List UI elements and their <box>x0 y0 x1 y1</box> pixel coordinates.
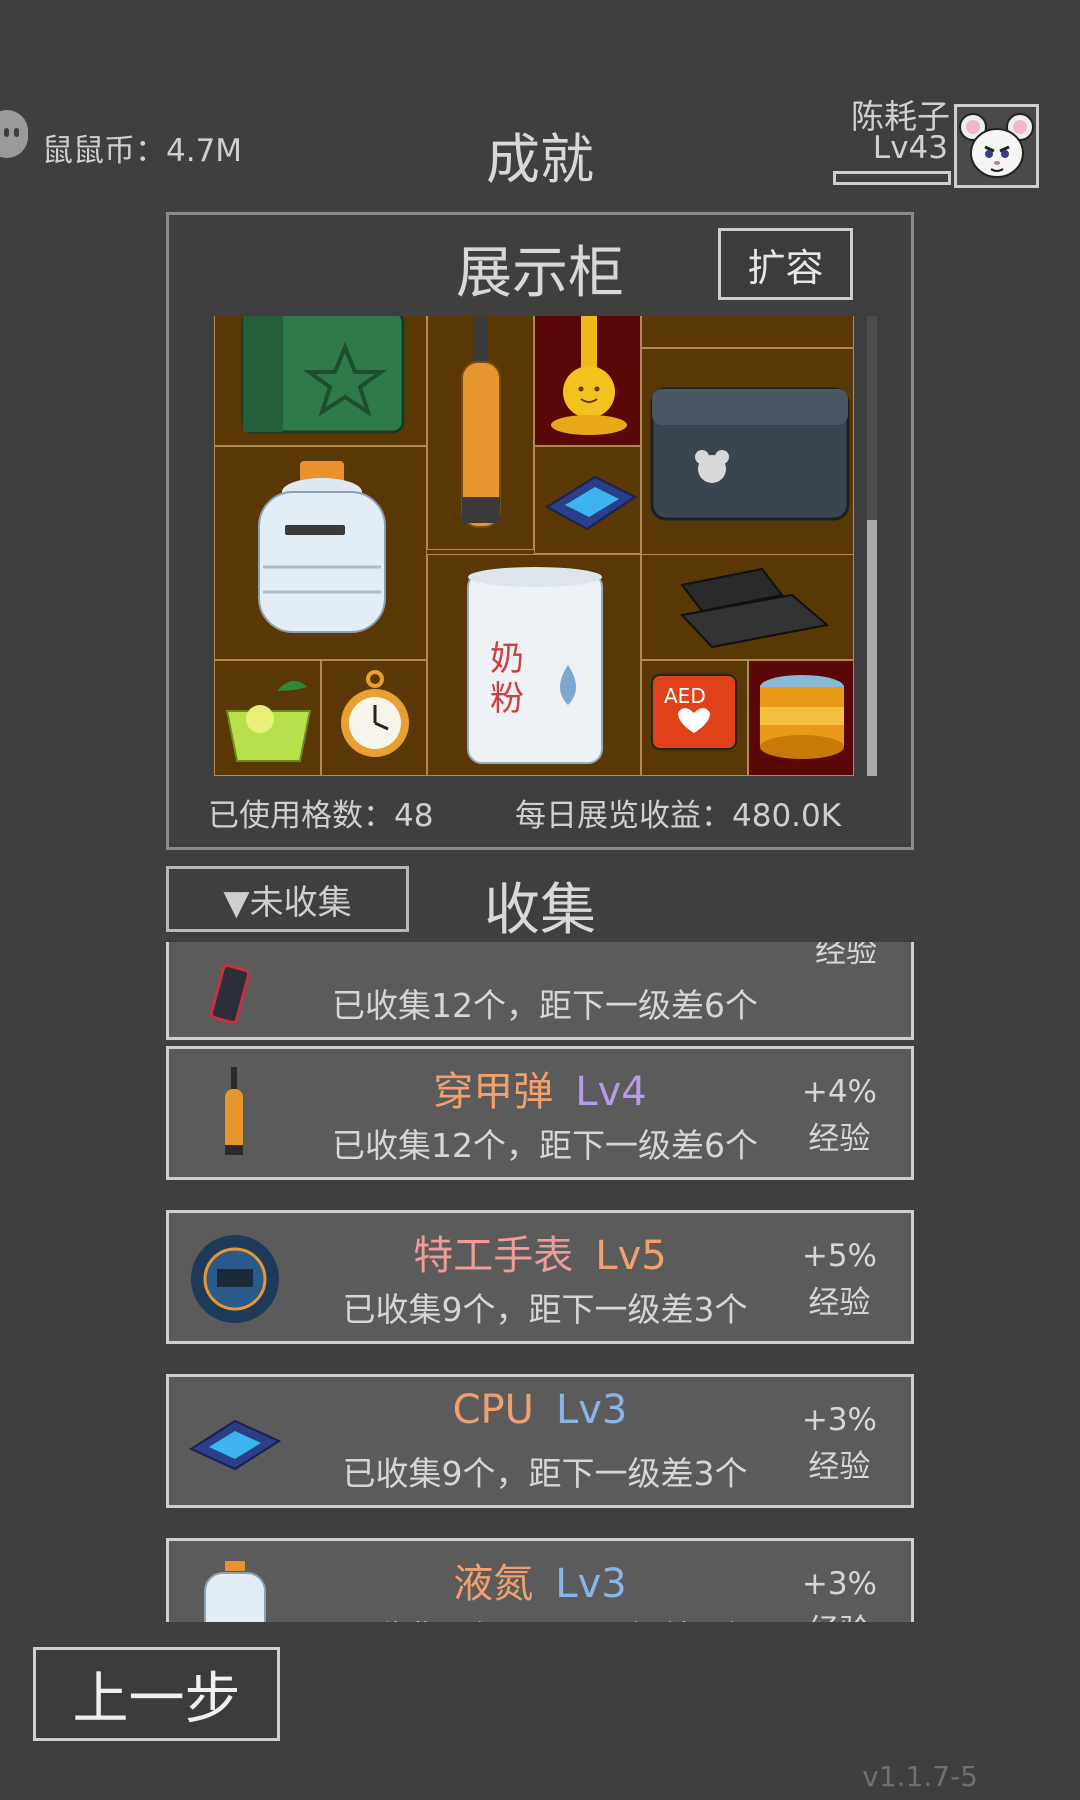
bonus-type: 经验 <box>808 1449 871 1485</box>
bonus-type: 经验 <box>808 1285 871 1321</box>
agent-watch-icon <box>191 1235 279 1323</box>
item-name: 特工手表 <box>413 1233 574 1279</box>
tactical-gear-icon <box>680 567 830 649</box>
bonus-type: 经验 <box>802 1608 877 1622</box>
collection-card[interactable]: 已收集12个，距下一级差6个 经验 <box>166 942 914 1040</box>
showcase-slot-tactical-gear[interactable] <box>641 554 854 660</box>
showcase-title: 展示柜 <box>456 241 624 306</box>
xp-bar <box>833 171 951 185</box>
used-cells-count: 已使用格数：48 <box>208 798 434 834</box>
ap-round-icon <box>461 317 501 528</box>
bonus-percent: +3% <box>801 1402 877 1438</box>
showcase-slot-cpu[interactable] <box>534 446 641 554</box>
daily-income: 每日展览收益：480.0K <box>515 798 842 834</box>
milk-powder-icon: 奶 粉 <box>467 567 603 764</box>
showcase-slot-nitrogen[interactable] <box>214 446 427 660</box>
phone-icon <box>209 963 251 1023</box>
collection-title: 收集 <box>484 878 596 943</box>
item-progress: 已收集12个，距下一级差6个 <box>332 1126 758 1165</box>
bonus-percent: +4% <box>801 1074 877 1110</box>
item-progress: 已收集9个，距下一级差3个 <box>342 1290 748 1329</box>
showcase-slot-pocket-watch[interactable] <box>321 660 427 776</box>
bonus-percent: +3% <box>801 1566 877 1602</box>
golden-statue-icon <box>551 316 627 435</box>
version-label: v1.1.7-5 <box>862 1760 978 1793</box>
showcase-slot-milk-powder[interactable]: 奶 粉 <box>427 554 641 776</box>
collection-card[interactable]: 特工手表 Lv5 已收集9个，距下一级差3个 +5% 经验 <box>166 1210 914 1344</box>
showcase-slot-golden-jar[interactable] <box>748 660 854 776</box>
cpu-chip-icon <box>545 475 637 531</box>
back-button[interactable]: 上一步 <box>33 1647 280 1741</box>
showcase-slot-cocktail[interactable] <box>214 660 321 776</box>
mouse-avatar-icon <box>959 113 1034 178</box>
item-level: Lv4 <box>575 1069 647 1115</box>
item-level: Lv5 <box>595 1233 667 1279</box>
pocket-watch-icon <box>341 670 409 757</box>
showcase-slot-golden-statue[interactable] <box>534 316 641 446</box>
item-level: Lv3 <box>555 1387 628 1433</box>
showcase-slot-tools[interactable] <box>641 316 854 348</box>
cpu-chip-icon <box>188 1419 282 1471</box>
cocktail-icon <box>225 680 312 762</box>
showcase-slot-ap-round[interactable] <box>427 316 534 550</box>
nitrogen-tank-icon <box>204 1561 266 1622</box>
collection-card[interactable]: CPU Lv3 已收集9个，距下一级差3个 +3% 经验 <box>166 1374 914 1508</box>
collection-card[interactable]: 穿甲弹 Lv4 已收集12个，距下一级差6个 +4% 经验 <box>166 1046 914 1180</box>
showcase-scroll-thumb[interactable] <box>867 520 877 776</box>
item-name: 液氮 <box>453 1561 534 1607</box>
nitrogen-tank-icon <box>258 461 386 633</box>
weapon-case-icon <box>650 387 850 521</box>
golden-jar-icon <box>760 675 844 759</box>
user-level: Lv43 <box>872 130 948 166</box>
item-progress: 已收集9个，距下一级差3个 <box>342 1454 748 1493</box>
svg-text:AED: AED <box>664 684 706 708</box>
showcase-slot-jerrycan[interactable] <box>214 316 427 446</box>
bonus-type: 经验 <box>808 1121 871 1157</box>
item-name: 穿甲弹 <box>433 1069 554 1115</box>
item-level: Lv3 <box>555 1561 627 1607</box>
expand-button[interactable]: 扩容 <box>718 228 853 300</box>
showcase-grid[interactable]: 奶 粉 AED <box>214 316 854 776</box>
ap-round-icon <box>225 1067 243 1155</box>
aed-icon: AED <box>651 674 737 750</box>
avatar[interactable] <box>954 104 1039 188</box>
collection-list[interactable]: 已收集12个，距下一级差6个 经验 穿甲弹 Lv4 已收集12个，距下一级差6个 … <box>160 942 920 1622</box>
svg-text:奶: 奶 <box>490 639 524 679</box>
jerrycan-icon <box>241 316 405 434</box>
bonus-percent: +5% <box>801 1238 877 1274</box>
item-progress: 已收集9个，距下一级差3个 <box>299 1611 791 1622</box>
showcase-slot-weapon-case[interactable] <box>641 348 854 560</box>
showcase-slot-aed[interactable]: AED <box>641 660 748 776</box>
svg-text:粉: 粉 <box>490 679 524 719</box>
item-progress: 已收集12个，距下一级差6个 <box>332 986 758 1025</box>
bonus-type: 经验 <box>815 942 877 970</box>
item-name: CPU <box>452 1387 534 1433</box>
collection-card[interactable]: 液氮 Lv3 已收集9个，距下一级差3个 +3% 经验 <box>166 1538 914 1622</box>
